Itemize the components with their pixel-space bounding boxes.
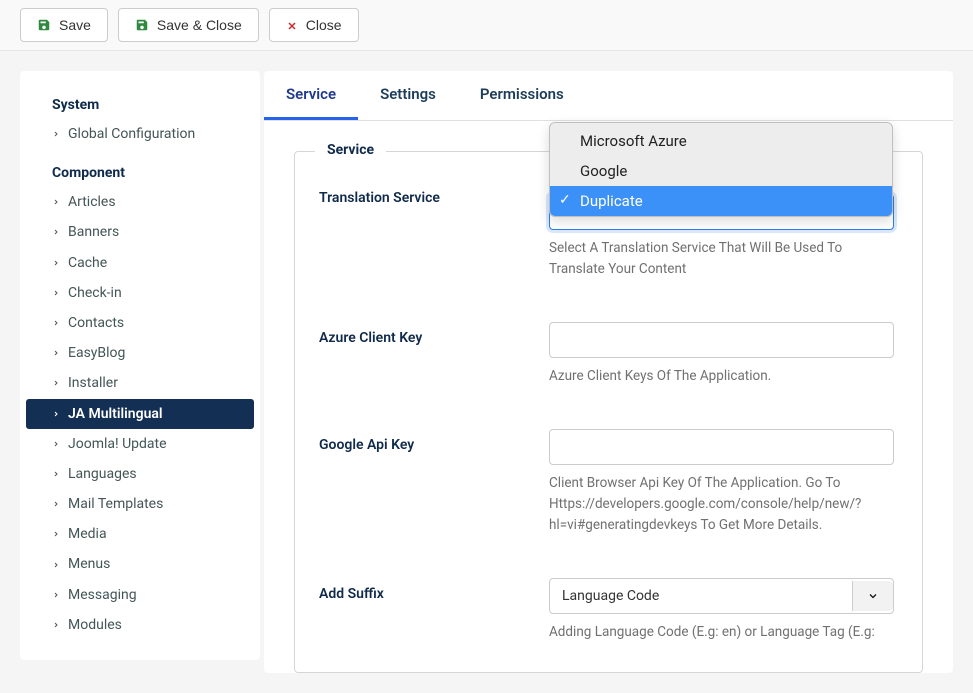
save-button-label: Save (59, 17, 91, 33)
close-icon (286, 19, 298, 31)
google-key-row: Google Api Key Client Browser Api Key Of… (319, 429, 898, 536)
fieldset-legend: Service (315, 142, 386, 158)
save-close-button-label: Save & Close (157, 17, 242, 33)
google-key-input[interactable] (549, 429, 894, 465)
sidebar-item-label: EasyBlog (68, 344, 125, 362)
chevron-right-icon (52, 591, 60, 599)
chevron-right-icon (52, 198, 60, 206)
tab-permissions[interactable]: Permissions (458, 71, 586, 120)
google-key-helper: Client Browser Api Key Of The Applicatio… (549, 473, 894, 536)
sidebar-item-banners[interactable]: Banners (20, 217, 260, 247)
sidebar-header-system: System (20, 91, 260, 119)
main-panel: ServiceSettingsPermissions Service Trans… (264, 71, 953, 673)
sidebar-item-label: Menus (68, 555, 110, 573)
sidebar-item-label: Languages (68, 465, 137, 483)
add-suffix-label: Add Suffix (319, 578, 549, 602)
sidebar-item-languages[interactable]: Languages (20, 459, 260, 489)
dropdown-option-duplicate[interactable]: Duplicate (550, 186, 892, 216)
sidebar-item-label: Messaging (68, 586, 137, 604)
chevron-right-icon (52, 440, 60, 448)
close-button[interactable]: Close (269, 8, 359, 42)
tab-service[interactable]: Service (264, 71, 358, 120)
sidebar-item-label: Installer (68, 374, 118, 392)
service-fieldset: Service Translation Service Select A Tra… (294, 151, 923, 673)
google-key-label: Google Api Key (319, 429, 549, 453)
chevron-right-icon (52, 410, 60, 418)
sidebar-item-label: Mail Templates (68, 495, 163, 513)
chevron-right-icon (52, 228, 60, 236)
sidebar-item-label: Articles (68, 193, 116, 211)
chevron-right-icon (52, 561, 60, 569)
save-close-button[interactable]: Save & Close (118, 8, 259, 42)
chevron-right-icon (52, 470, 60, 478)
azure-key-input[interactable] (549, 322, 894, 358)
sidebar-item-contacts[interactable]: Contacts (20, 308, 260, 338)
sidebar-item-label: Contacts (68, 314, 124, 332)
chevron-right-icon (52, 259, 60, 267)
save-icon (37, 18, 51, 32)
sidebar-item-label: Media (68, 525, 107, 543)
translation-service-dropdown[interactable]: Microsoft AzureGoogleDuplicate (549, 122, 893, 217)
add-suffix-row: Add Suffix Language Code Adding Language… (319, 578, 898, 643)
tab-settings[interactable]: Settings (358, 71, 458, 120)
chevron-right-icon (52, 289, 60, 297)
chevron-right-icon (52, 500, 60, 508)
sidebar-item-easyblog[interactable]: EasyBlog (20, 338, 260, 368)
sidebar-item-system-global-configuration[interactable]: Global Configuration (20, 119, 260, 149)
chevron-right-icon (52, 379, 60, 387)
azure-key-label: Azure Client Key (319, 322, 549, 346)
chevron-right-icon (52, 130, 60, 138)
sidebar-item-label: JA Multilingual (68, 405, 163, 423)
sidebar-item-articles[interactable]: Articles (20, 187, 260, 217)
chevron-down-icon (852, 581, 893, 611)
close-button-label: Close (306, 17, 342, 33)
sidebar-item-mail-templates[interactable]: Mail Templates (20, 489, 260, 519)
add-suffix-selected: Language Code (562, 588, 659, 604)
sidebar-item-messaging[interactable]: Messaging (20, 580, 260, 610)
save-icon (135, 18, 149, 32)
sidebar-item-check-in[interactable]: Check-in (20, 278, 260, 308)
chevron-right-icon (52, 319, 60, 327)
sidebar-item-label: Global Configuration (68, 125, 195, 143)
save-button[interactable]: Save (20, 8, 108, 42)
sidebar-item-ja-multilingual[interactable]: JA Multilingual (26, 399, 254, 429)
sidebar-item-label: Joomla! Update (68, 435, 167, 453)
sidebar-item-menus[interactable]: Menus (20, 549, 260, 579)
chevron-right-icon (52, 621, 60, 629)
tabs: ServiceSettingsPermissions (264, 71, 953, 121)
sidebar-item-installer[interactable]: Installer (20, 368, 260, 398)
azure-key-helper: Azure Client Keys Of The Application. (549, 366, 894, 387)
add-suffix-helper: Adding Language Code (E.g: en) or Langua… (549, 622, 894, 643)
sidebar: System Global Configuration Component Ar… (20, 71, 260, 660)
sidebar-header-component: Component (20, 159, 260, 187)
translation-service-label: Translation Service (319, 182, 549, 206)
sidebar-item-label: Modules (68, 616, 122, 634)
dropdown-option-google[interactable]: Google (550, 156, 892, 186)
chevron-right-icon (52, 349, 60, 357)
azure-key-row: Azure Client Key Azure Client Keys Of Th… (319, 322, 898, 387)
sidebar-item-label: Cache (68, 254, 107, 272)
sidebar-item-label: Banners (68, 223, 119, 241)
dropdown-option-microsoft-azure[interactable]: Microsoft Azure (550, 126, 892, 156)
translation-service-helper: Select A Translation Service That Will B… (549, 238, 894, 280)
sidebar-item-media[interactable]: Media (20, 519, 260, 549)
chevron-right-icon (52, 530, 60, 538)
sidebar-item-joomla-update[interactable]: Joomla! Update (20, 429, 260, 459)
sidebar-item-label: Check-in (68, 284, 122, 302)
toolbar: Save Save & Close Close (0, 0, 973, 51)
sidebar-item-cache[interactable]: Cache (20, 248, 260, 278)
add-suffix-select[interactable]: Language Code (549, 578, 894, 614)
translation-service-row: Translation Service Select A Translation… (319, 182, 898, 280)
sidebar-item-modules[interactable]: Modules (20, 610, 260, 640)
